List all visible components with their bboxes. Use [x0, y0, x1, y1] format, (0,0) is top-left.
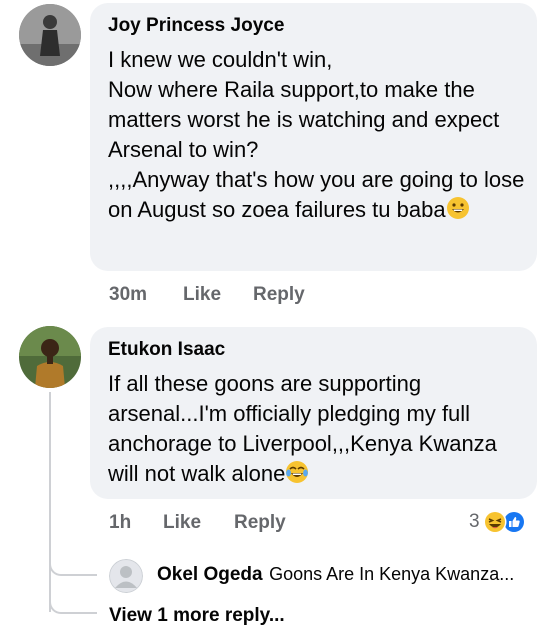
- avatar[interactable]: [109, 559, 143, 593]
- reply-button[interactable]: Reply: [253, 284, 305, 306]
- tears-of-joy-icon: [285, 460, 309, 492]
- comment-time[interactable]: 1h: [109, 512, 131, 534]
- haha-reaction-icon: [483, 510, 507, 534]
- reply-preview[interactable]: Okel Ogeda Goons Are In Kenya Kwanza...: [157, 564, 514, 586]
- thread-line: [49, 392, 51, 612]
- view-more-replies-link[interactable]: View 1 more reply...: [109, 605, 285, 627]
- avatar[interactable]: [19, 4, 81, 66]
- reply-button[interactable]: Reply: [234, 512, 286, 534]
- default-avatar-icon: [109, 559, 143, 593]
- reaction-summary[interactable]: 3: [469, 508, 526, 536]
- like-button[interactable]: Like: [183, 284, 221, 306]
- comment-bubble: Etukon Isaac If all these goons are supp…: [90, 327, 537, 499]
- comment-author[interactable]: Etukon Isaac: [108, 339, 225, 361]
- thread-connector: [49, 590, 97, 614]
- reply-text: Goons Are In Kenya Kwanza...: [269, 564, 515, 584]
- comment-author[interactable]: Joy Princess Joyce: [108, 15, 284, 37]
- thread-connector: [49, 552, 97, 576]
- comment-time[interactable]: 30m: [109, 284, 147, 306]
- reaction-count: 3: [469, 511, 480, 532]
- reply-author[interactable]: Okel Ogeda: [157, 564, 263, 585]
- comment-text: I knew we couldn't win, Now where Raila …: [108, 45, 533, 228]
- grinning-face-icon: [446, 196, 470, 228]
- comment-text: If all these goons are supporting arsena…: [108, 369, 528, 492]
- comment-bubble: Joy Princess Joyce I knew we couldn't wi…: [90, 3, 537, 271]
- like-button[interactable]: Like: [163, 512, 201, 534]
- avatar[interactable]: [19, 326, 81, 388]
